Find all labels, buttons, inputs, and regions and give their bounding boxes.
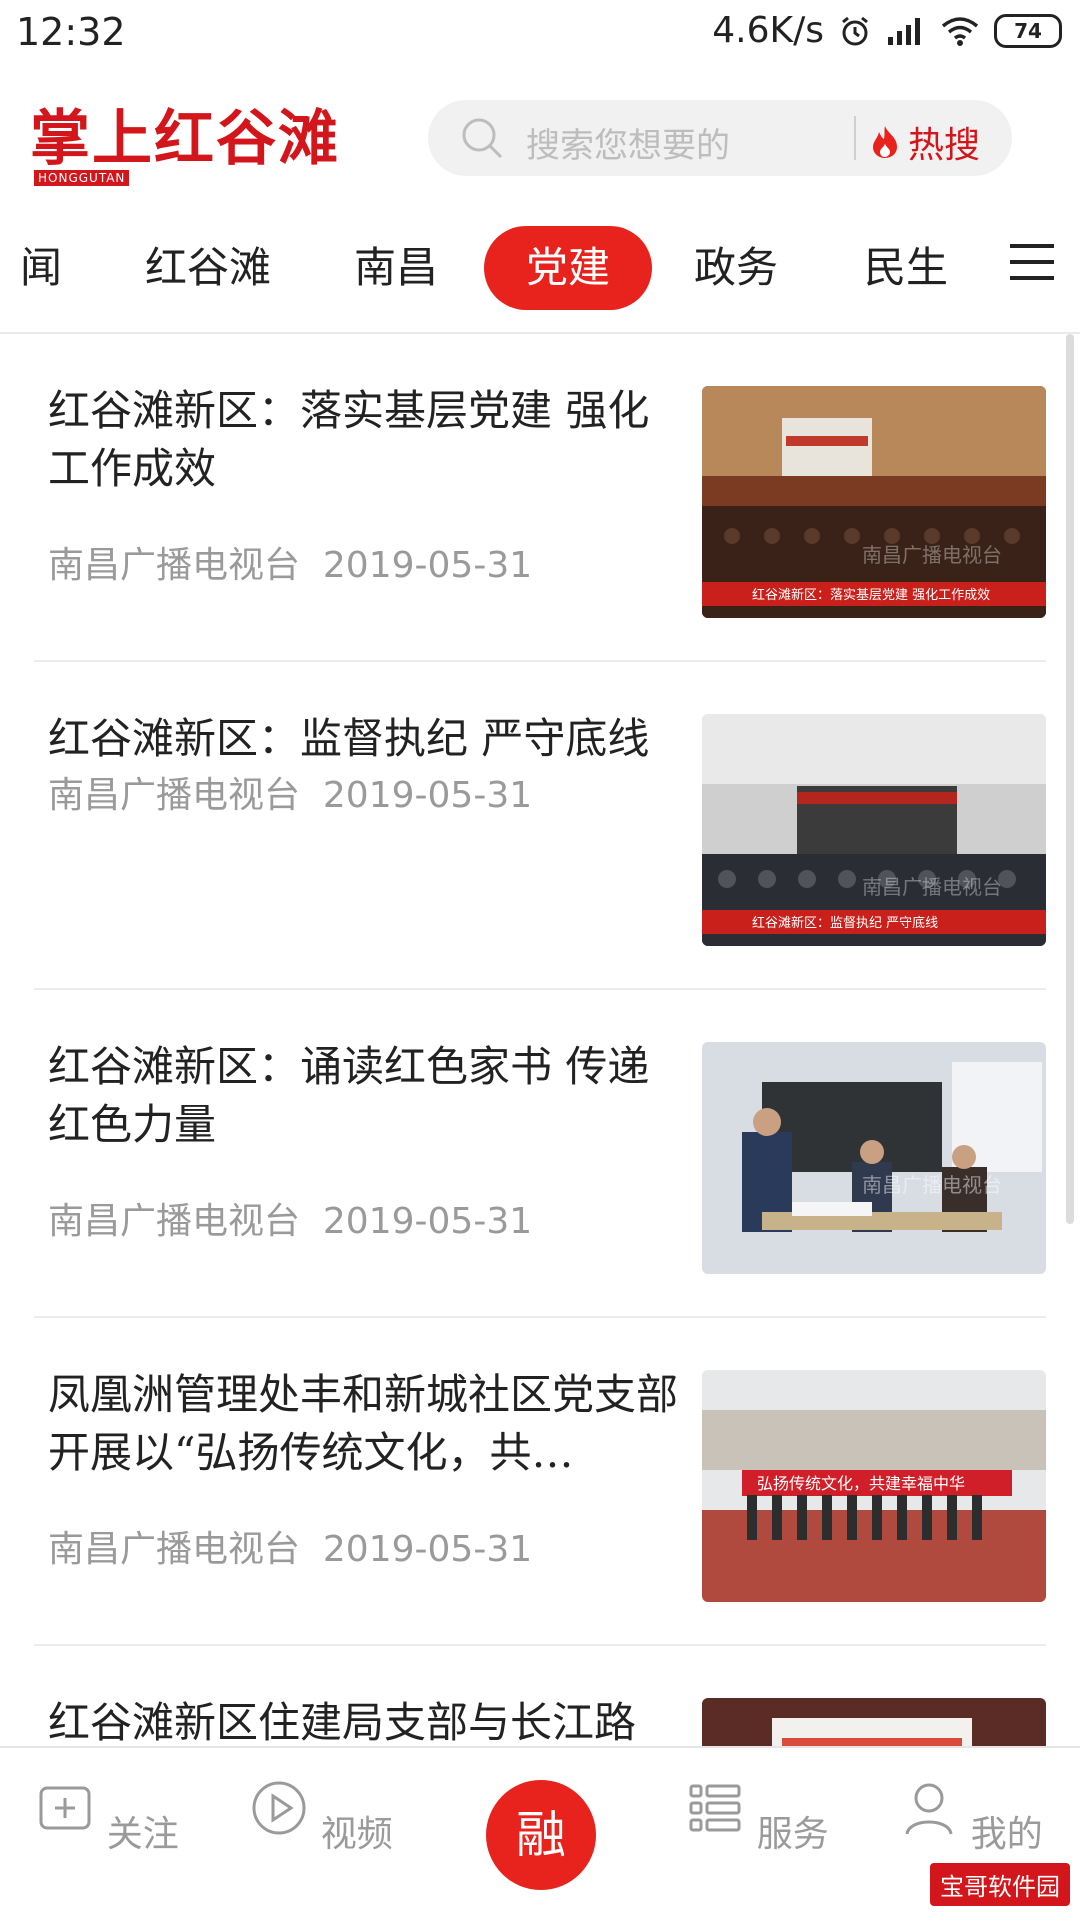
article-thumbnail: 红谷滩新区：落实基层党建 强化工作成效 南昌广播电视台 bbox=[702, 386, 1046, 618]
logo-subtext: HONGGUTAN bbox=[34, 170, 130, 186]
flame-icon bbox=[873, 126, 897, 158]
search-bar[interactable]: 搜索您想要的 热搜 bbox=[428, 100, 1012, 176]
search-divider bbox=[854, 116, 856, 160]
search-icon bbox=[462, 118, 503, 159]
article-title: 红谷滩新区：诵读红色家书 传递红色力量 bbox=[48, 1042, 650, 1149]
follow-icon bbox=[39, 1786, 91, 1830]
nav-video-label: 视频 bbox=[320, 1814, 393, 1855]
nav-services-label: 服务 bbox=[756, 1814, 829, 1855]
list-item[interactable]: 凤凰洲管理处丰和新城社区党支部开展以“弘扬传统文化，共… 南昌广播电视台 201… bbox=[34, 1318, 1046, 1646]
nav-profile-label: 我的 bbox=[970, 1814, 1043, 1855]
user-icon bbox=[905, 1783, 953, 1835]
list-item[interactable]: 红谷滩新区：诵读红色家书 传递红色力量 南昌广播电视台 2019-05-31 南… bbox=[34, 990, 1046, 1318]
tab-party-building[interactable]: 党建 bbox=[484, 226, 652, 310]
tab-news[interactable]: 闻 bbox=[20, 226, 62, 310]
search-placeholder: 搜索您想要的 bbox=[526, 126, 730, 166]
status-icons: 4.6K/s 74 bbox=[712, 10, 1062, 51]
article-date: 2019-05-31 bbox=[322, 1201, 533, 1242]
article-meta: 南昌广播电视台 2019-05-31 bbox=[48, 536, 532, 588]
signal-icon bbox=[888, 17, 920, 45]
article-date: 2019-05-31 bbox=[322, 545, 533, 586]
article-title: 红谷滩新区住建局支部与长江路 bbox=[48, 1698, 637, 1746]
svg-text:红谷滩新区：落实基层党建 强化工作成效: 红谷滩新区：落实基层党建 强化工作成效 bbox=[752, 587, 990, 603]
nav-fusion-button[interactable]: 融 bbox=[486, 1780, 596, 1890]
hot-search-label: 热搜 bbox=[908, 125, 981, 166]
list-item[interactable]: 红谷滩新区：落实基层党建 强化工作成效 南昌广播电视台 2019-05-31 红… bbox=[34, 334, 1046, 662]
list-item[interactable]: 红谷滩新区：监督执纪 严守底线 南昌广播电视台 2019-05-31 红谷滩新区… bbox=[34, 662, 1046, 990]
article-title: 红谷滩新区：监督执纪 严守底线 bbox=[48, 714, 650, 763]
status-bar: 12:32 4.6K/s 74 bbox=[0, 0, 1080, 70]
svg-text:红谷滩新区：监督执纪 严守底线: 红谷滩新区：监督执纪 严守底线 bbox=[752, 915, 938, 931]
category-tabs: 闻 红谷滩 南昌 党建 政务 民生 bbox=[0, 222, 1080, 334]
wifi-icon bbox=[941, 16, 979, 46]
tab-honggutan[interactable]: 红谷滩 bbox=[118, 226, 298, 310]
article-thumbnail: 红谷滩新区：监督执纪 严守底线 南昌广播电视台 bbox=[702, 714, 1046, 946]
article-source: 南昌广播电视台 bbox=[48, 1201, 301, 1242]
article-thumbnail: 弘扬传统文化，共建幸福中华 bbox=[702, 1370, 1046, 1602]
article-source: 南昌广播电视台 bbox=[48, 775, 301, 816]
site-watermark: 宝哥软件园 bbox=[930, 1863, 1070, 1906]
tab-livelihood[interactable]: 民生 bbox=[846, 226, 966, 310]
article-meta: 南昌广播电视台 2019-05-31 bbox=[48, 766, 532, 818]
svg-text:南昌广播电视台: 南昌广播电视台 bbox=[862, 543, 1002, 567]
alarm-icon bbox=[842, 16, 868, 45]
nav-follow[interactable]: 关注 bbox=[32, 1778, 182, 1857]
status-time: 12:32 bbox=[16, 10, 126, 54]
nav-fusion-label: 融 bbox=[516, 1806, 566, 1864]
article-title: 凤凰洲管理处丰和新城社区党支部开展以“弘扬传统文化，共… bbox=[48, 1370, 679, 1477]
nav-profile[interactable]: 我的 bbox=[896, 1778, 1046, 1857]
nav-services[interactable]: 服务 bbox=[682, 1778, 832, 1857]
hot-search-button[interactable]: 热搜 bbox=[870, 116, 980, 168]
app-header: 掌上红谷滩 HONGGUTAN 搜索您想要的 热搜 bbox=[0, 84, 1080, 204]
logo-text: 掌上红谷滩 bbox=[30, 104, 340, 174]
article-title: 红谷滩新区：落实基层党建 强化工作成效 bbox=[48, 386, 650, 493]
play-icon bbox=[252, 1781, 306, 1835]
article-list: 红谷滩新区：落实基层党建 强化工作成效 南昌广播电视台 2019-05-31 红… bbox=[0, 334, 1080, 1746]
battery-level: 74 bbox=[1014, 18, 1042, 43]
app-logo: 掌上红谷滩 HONGGUTAN bbox=[30, 102, 340, 192]
svg-text:弘扬传统文化，共建幸福中华: 弘扬传统文化，共建幸福中华 bbox=[757, 1474, 965, 1493]
article-date: 2019-05-31 bbox=[322, 1529, 533, 1570]
article-thumbnail bbox=[702, 1698, 1046, 1746]
nav-follow-label: 关注 bbox=[106, 1814, 179, 1855]
list-item[interactable]: 红谷滩新区住建局支部与长江路 bbox=[34, 1646, 1046, 1746]
bottom-nav: 关注 视频 融 服务 我的 宝哥软件园 bbox=[0, 1746, 1080, 1922]
scrollbar[interactable] bbox=[1066, 334, 1074, 1224]
menu-icon[interactable] bbox=[1008, 238, 1056, 286]
article-source: 南昌广播电视台 bbox=[48, 1529, 301, 1570]
article-meta: 南昌广播电视台 2019-05-31 bbox=[48, 1192, 532, 1244]
battery-indicator: 74 bbox=[994, 13, 1062, 48]
nav-video[interactable]: 视频 bbox=[246, 1778, 396, 1857]
svg-text:南昌广播电视台: 南昌广播电视台 bbox=[862, 1173, 1002, 1197]
article-date: 2019-05-31 bbox=[322, 775, 533, 816]
tab-government[interactable]: 政务 bbox=[676, 226, 796, 310]
services-icon bbox=[689, 1784, 741, 1832]
tab-nanchang[interactable]: 南昌 bbox=[336, 226, 456, 310]
article-meta: 南昌广播电视台 2019-05-31 bbox=[48, 1520, 532, 1572]
svg-text:南昌广播电视台: 南昌广播电视台 bbox=[862, 875, 1002, 899]
network-speed: 4.6K/s bbox=[712, 10, 824, 51]
article-thumbnail: 南昌广播电视台 bbox=[702, 1042, 1046, 1274]
article-source: 南昌广播电视台 bbox=[48, 545, 301, 586]
